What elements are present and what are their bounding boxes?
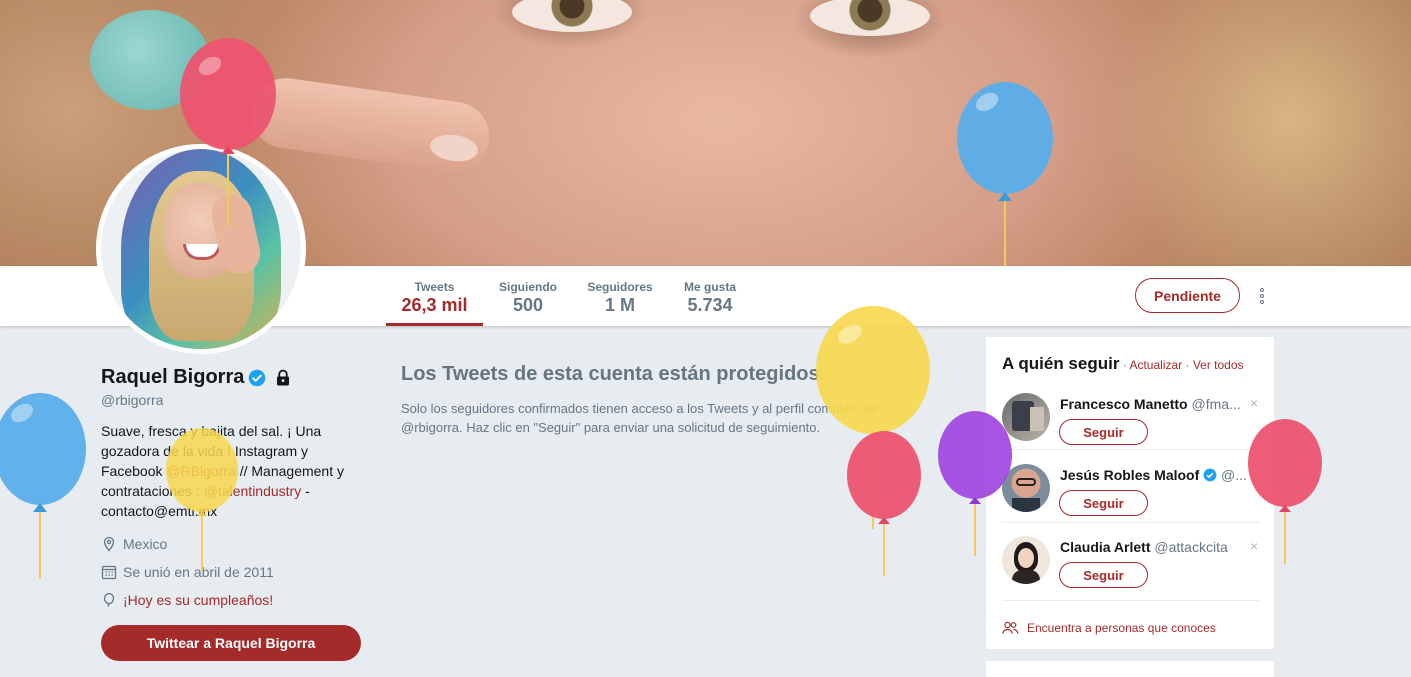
location-icon xyxy=(103,536,115,552)
follow-button[interactable]: Seguir xyxy=(1059,419,1148,445)
dismiss-close-icon[interactable]: × xyxy=(1250,538,1258,554)
stat-value: 5.734 xyxy=(687,295,733,315)
banner-eye-left xyxy=(512,0,632,32)
profile-name-row: Raquel Bigorra xyxy=(101,366,292,389)
stat-tweets[interactable]: Tweets 26,3 mil xyxy=(386,266,483,326)
balloon-pink xyxy=(847,431,921,576)
divider xyxy=(1002,522,1260,523)
stat-label: Siguiendo xyxy=(499,280,557,294)
stat-value: 1 M xyxy=(604,295,635,315)
stat-followers[interactable]: Seguidores 1 M xyxy=(582,266,658,326)
account-name-row[interactable]: Claudia Arlett @attackcita xyxy=(1060,539,1228,555)
account-name: Jesús Robles Maloof xyxy=(1060,467,1200,483)
stat-label: Tweets xyxy=(414,280,455,294)
dismiss-close-icon[interactable]: × xyxy=(1250,395,1258,411)
account-avatar[interactable] xyxy=(1002,464,1050,512)
pending-follow-button[interactable]: Pendiente xyxy=(1135,278,1240,313)
separator-dot: · xyxy=(1119,358,1130,372)
account-name: Claudia Arlett xyxy=(1060,539,1151,555)
balloon-blue xyxy=(0,393,86,579)
verified-icon xyxy=(1203,468,1217,482)
account-avatar[interactable] xyxy=(1002,536,1050,584)
separator-dot: · xyxy=(1182,358,1193,372)
profile-location: Mexico xyxy=(101,536,167,552)
trends-module xyxy=(986,661,1274,677)
tweet-to-button[interactable]: Twittear a Raquel Bigorra xyxy=(101,625,361,661)
account-name-row[interactable]: Jesús Robles Maloof @... xyxy=(1060,467,1247,483)
suggested-account: Francesco Manetto @fma... × Seguir xyxy=(1002,393,1260,463)
who-to-follow-title: A quién seguir xyxy=(1002,354,1120,373)
bio-link-instagram[interactable]: @RBigorra xyxy=(166,463,235,479)
banner-teal-shape xyxy=(90,10,210,110)
more-options-icon[interactable] xyxy=(1252,285,1272,307)
stat-value: 26,3 mil xyxy=(401,295,468,315)
account-handle: @attackcita xyxy=(1154,539,1228,555)
lock-icon xyxy=(277,369,290,385)
follow-button[interactable]: Seguir xyxy=(1059,562,1148,588)
find-people-link[interactable]: Encuentra a personas que conoces xyxy=(1002,621,1216,635)
find-people-text: Encuentra a personas que conoces xyxy=(1027,621,1216,635)
profile-birthday: ¡Hoy es su cumpleaños! xyxy=(101,592,273,608)
balloon-icon xyxy=(103,592,115,607)
birthday-text[interactable]: ¡Hoy es su cumpleaños! xyxy=(123,592,273,608)
profile-bio: Suave, fresca y bajita del sal. ¡ Una go… xyxy=(101,421,356,521)
protected-text: Solo los seguidores confirmados tienen a… xyxy=(401,401,879,435)
account-avatar[interactable] xyxy=(1002,393,1050,441)
banner-eye-right xyxy=(810,0,930,36)
account-handle: @fma... xyxy=(1191,396,1241,412)
location-text: Mexico xyxy=(123,536,168,552)
profile-name[interactable]: Raquel Bigorra xyxy=(101,366,244,389)
verified-icon xyxy=(249,369,266,386)
stat-likes[interactable]: Me gusta 5.734 xyxy=(677,266,743,326)
dismiss-close-icon[interactable]: × xyxy=(1250,466,1258,482)
bio-link-management[interactable]: @talentindustry xyxy=(204,483,301,499)
account-name-row[interactable]: Francesco Manetto @fma... xyxy=(1060,396,1241,412)
who-to-follow-module: A quién seguir · Actualizar · Ver todos … xyxy=(986,337,1274,649)
suggested-account: Claudia Arlett @attackcita × Seguir xyxy=(1002,536,1260,606)
profile-avatar[interactable] xyxy=(96,144,306,354)
profile-handle[interactable]: @rbigorra xyxy=(101,392,163,408)
account-name: Francesco Manetto xyxy=(1060,396,1188,412)
profile-joined: Se unió en abril de 2011 xyxy=(101,564,274,580)
people-icon xyxy=(1002,621,1019,634)
stat-following[interactable]: Siguiendo 500 xyxy=(493,266,563,326)
joined-text: Se unió en abril de 2011 xyxy=(123,564,274,580)
refresh-link[interactable]: Actualizar xyxy=(1129,358,1182,372)
account-handle: @... xyxy=(1221,467,1247,483)
calendar-icon xyxy=(101,565,117,580)
view-all-link[interactable]: Ver todos xyxy=(1193,358,1244,372)
stat-label: Me gusta xyxy=(683,280,736,294)
stat-label: Seguidores xyxy=(587,280,653,294)
divider xyxy=(1002,449,1260,450)
stat-value: 500 xyxy=(512,295,544,315)
who-to-follow-header: A quién seguir · Actualizar · Ver todos xyxy=(1002,354,1244,374)
protected-title: Los Tweets de esta cuenta están protegid… xyxy=(401,363,826,385)
suggested-account: Jesús Robles Maloof @... × Seguir xyxy=(1002,464,1260,534)
divider xyxy=(1002,600,1260,601)
follow-button[interactable]: Seguir xyxy=(1059,490,1148,516)
